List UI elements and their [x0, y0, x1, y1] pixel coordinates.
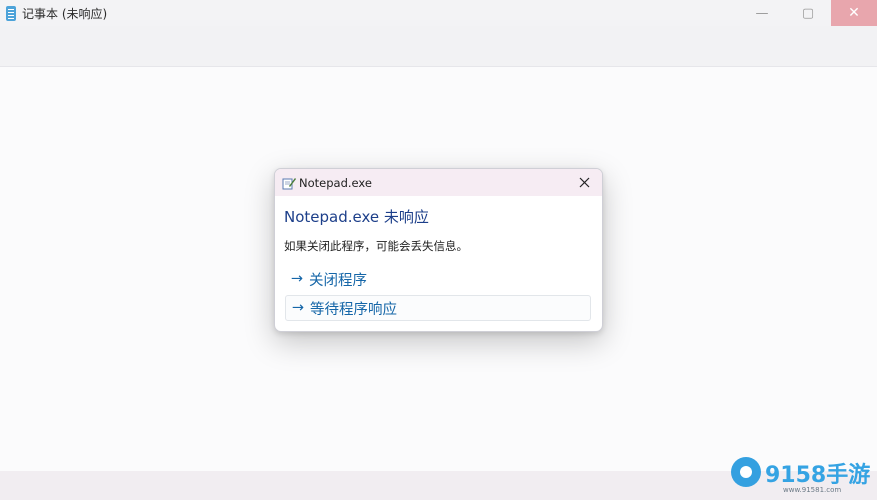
window-title: 记事本 (未响应): [22, 6, 108, 21]
watermark-url: www.91581.com: [783, 486, 842, 494]
dialog-title: Notepad.exe: [299, 175, 372, 190]
not-responding-dialog: Notepad.exe Notepad.exe 未响应 如果关闭此程序，可能会丢…: [274, 168, 603, 332]
watermark: 9158手游 www.91581.com: [731, 455, 877, 500]
maximize-button[interactable]: ▢: [785, 0, 831, 26]
window-titlebar: 记事本 (未响应) — ▢ ✕: [0, 0, 877, 26]
caption-buttons: — ▢ ✕: [739, 0, 877, 26]
option-label: 等待程序响应: [310, 301, 397, 318]
arrow-right-icon: →: [290, 271, 304, 287]
arrow-right-icon: →: [291, 300, 305, 316]
option-label: 关闭程序: [309, 272, 367, 289]
dialog-message: 如果关闭此程序，可能会丢失信息。: [284, 239, 468, 253]
watermark-logo-icon: [731, 457, 761, 487]
close-button[interactable]: ✕: [831, 0, 877, 26]
dialog-heading: Notepad.exe 未响应: [284, 208, 429, 226]
watermark-brand: 9158手游: [765, 463, 871, 488]
notepad-app-icon: [282, 177, 296, 189]
dialog-titlebar: Notepad.exe: [275, 169, 602, 196]
wait-for-program-option[interactable]: → 等待程序响应: [285, 295, 591, 321]
close-program-option[interactable]: → 关闭程序: [285, 266, 591, 292]
notepad-icon: [6, 5, 16, 21]
menu-bar-area: [0, 26, 877, 67]
close-icon[interactable]: [575, 173, 594, 192]
minimize-button[interactable]: —: [739, 0, 785, 26]
